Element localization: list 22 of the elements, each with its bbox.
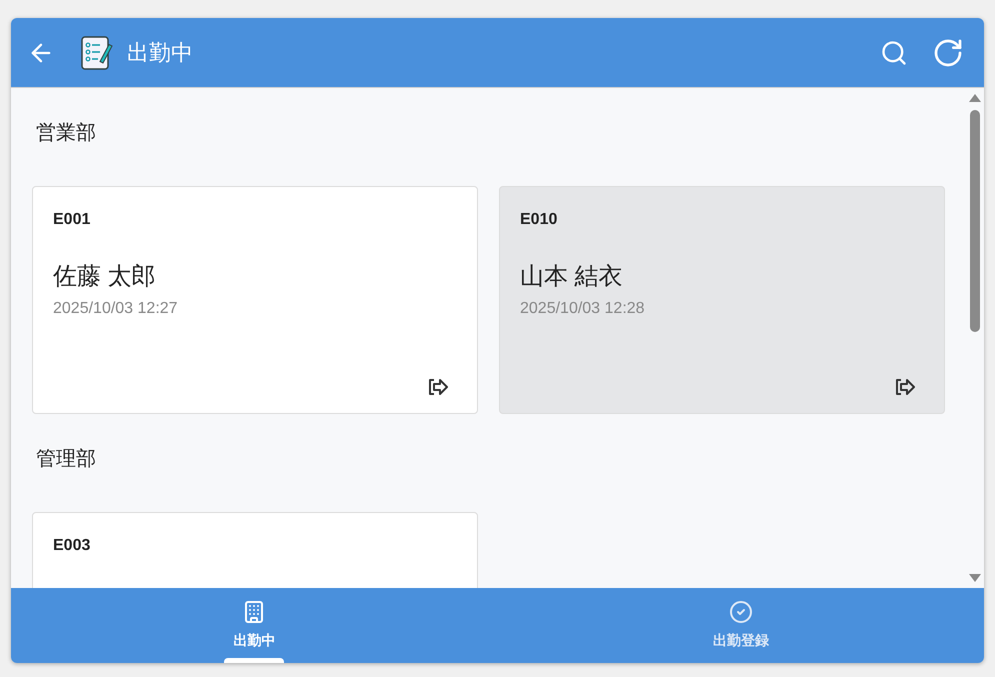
check-in-time: 2025/10/03 12:28 <box>520 299 646 319</box>
employee-card[interactable]: E003 <box>32 512 478 588</box>
check-in-time: 2025/10/03 12:27 <box>53 299 179 319</box>
exit-arrow-icon[interactable] <box>894 377 916 397</box>
active-tab-indicator <box>224 658 284 663</box>
employee-id: E001 <box>53 210 92 230</box>
department-heading: 営業部 <box>35 121 96 146</box>
employee-name: 佐藤 太郎 <box>53 262 157 292</box>
scrollbar-thumb[interactable] <box>970 110 980 332</box>
department-heading: 管理部 <box>35 447 96 472</box>
employee-id: E010 <box>520 210 558 230</box>
header-title: 出勤中 <box>127 39 193 67</box>
check-circle-icon <box>728 600 753 624</box>
refresh-icon[interactable] <box>932 36 964 68</box>
employee-card[interactable]: E001 佐藤 太郎 2025/10/03 12:27 <box>32 186 478 414</box>
employee-name: 山本 結衣 <box>520 262 624 292</box>
exit-arrow-icon[interactable] <box>427 377 449 397</box>
employee-card[interactable]: E010 山本 結衣 2025/10/03 12:28 <box>499 186 945 414</box>
checklist-icon <box>79 34 115 70</box>
employee-id: E003 <box>53 536 92 556</box>
search-icon[interactable] <box>880 38 908 66</box>
scroll-up-icon[interactable] <box>968 94 980 102</box>
